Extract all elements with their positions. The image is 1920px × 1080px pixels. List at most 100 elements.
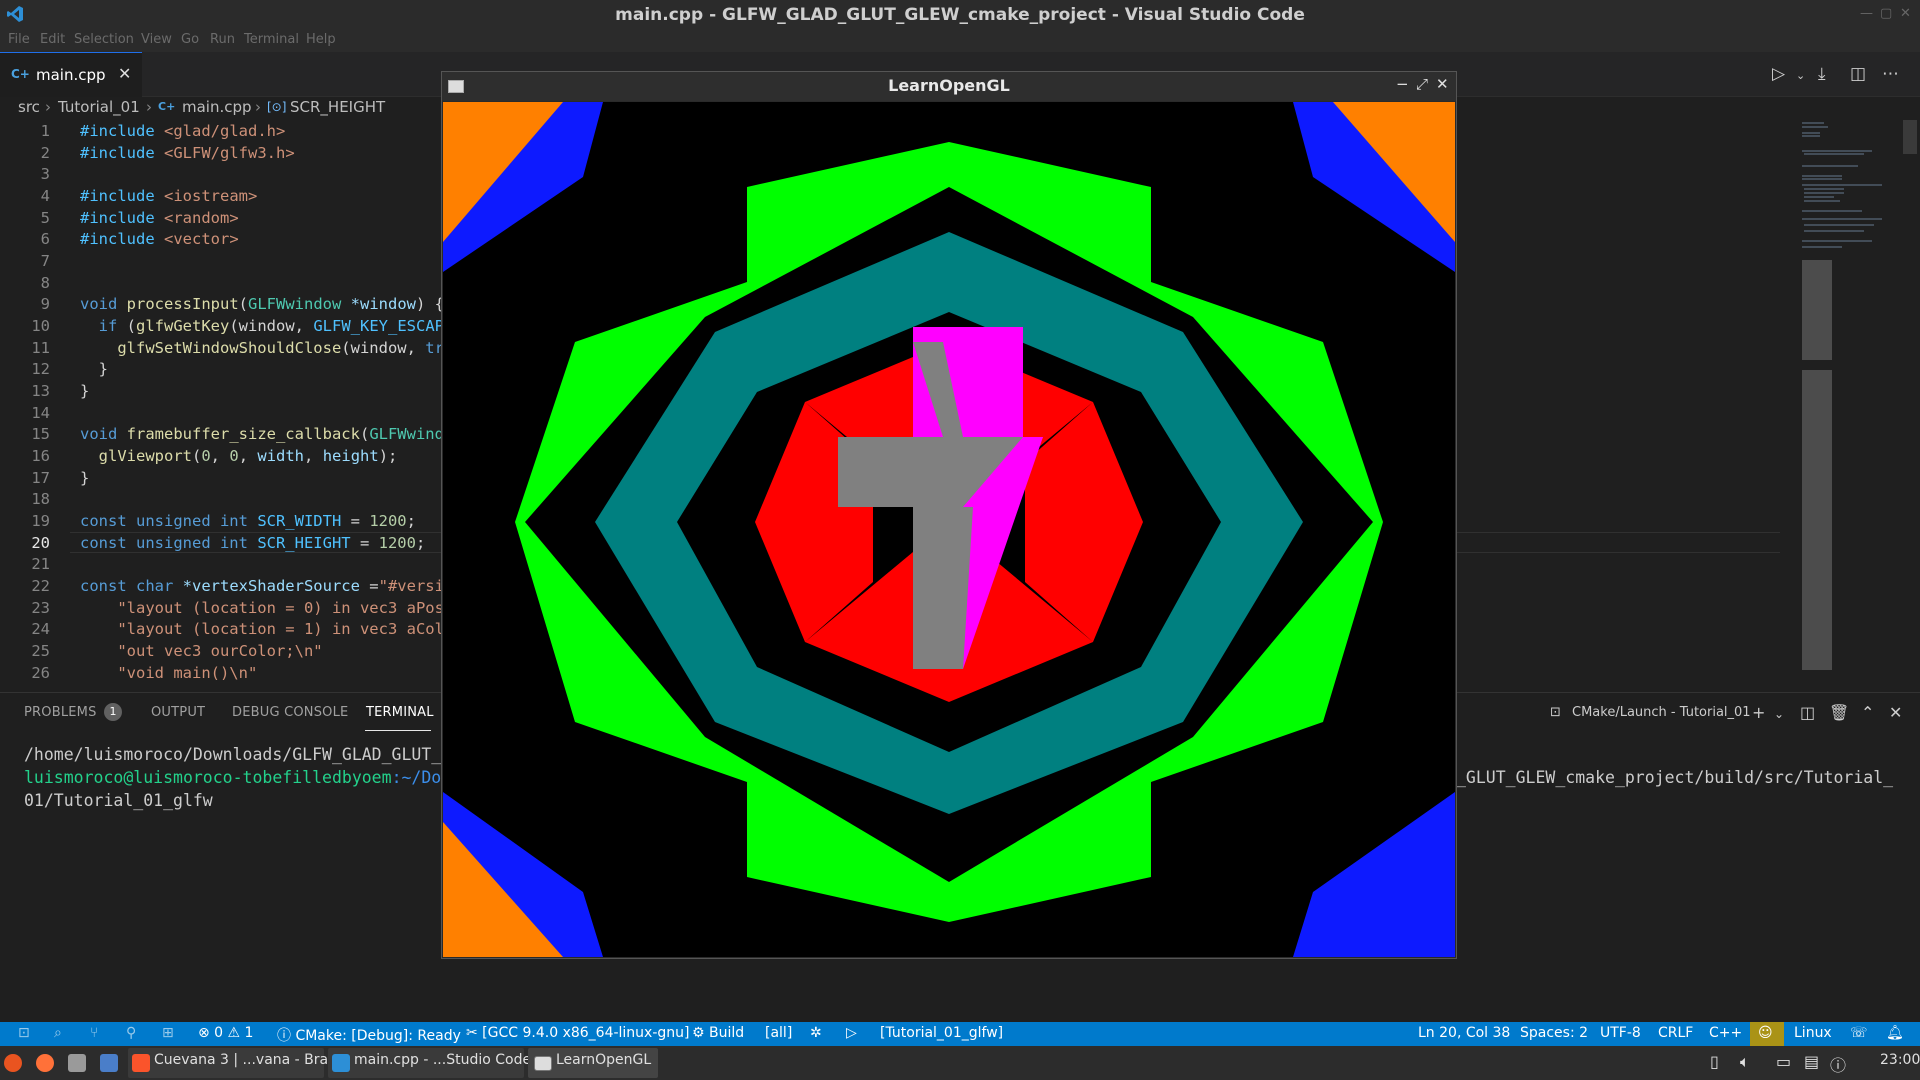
close-icon[interactable]: ✕ bbox=[1436, 75, 1449, 93]
cpp-file-icon: C+ bbox=[11, 67, 30, 81]
close-icon[interactable]: ✕ bbox=[1900, 6, 1911, 21]
menu-terminal[interactable]: Terminal bbox=[244, 32, 299, 47]
tab-problems[interactable]: PROBLEMS bbox=[24, 705, 97, 720]
line-number: 7 bbox=[40, 252, 50, 270]
minimize-icon[interactable]: − bbox=[1396, 75, 1409, 93]
menu-selection[interactable]: Selection bbox=[74, 32, 134, 47]
code-line: #include <random> bbox=[80, 209, 239, 227]
chevron-down-icon[interactable]: ⌄ bbox=[1774, 707, 1784, 721]
breadcrumb-file[interactable]: main.cpp bbox=[182, 98, 252, 116]
tab-label: main.cpp bbox=[36, 66, 106, 84]
language-mode[interactable]: C++ bbox=[1709, 1025, 1742, 1041]
desktop-icon[interactable] bbox=[100, 1054, 118, 1072]
status-bar: ⊡ ⌕ ⑂ ⚲ ⊞ ⊗ 0 ⚠ 1 ⓘ CMake: [Debug]: Read… bbox=[0, 1022, 1920, 1046]
extensions-icon[interactable]: ⊞ bbox=[162, 1025, 174, 1041]
display-icon[interactable]: ▭ bbox=[1776, 1052, 1791, 1071]
run-dropdown-icon[interactable]: ⌄ bbox=[1796, 69, 1805, 82]
os-indicator[interactable]: Linux bbox=[1794, 1025, 1832, 1041]
title-bar: main.cpp - GLFW_GLAD_GLUT_GLEW_cmake_pro… bbox=[0, 0, 1920, 29]
line-number: 15 bbox=[31, 425, 50, 443]
encoding[interactable]: UTF-8 bbox=[1600, 1025, 1641, 1041]
menu-help[interactable]: Help bbox=[306, 32, 336, 47]
opengl-window[interactable]: LearnOpenGL − ⤢ ✕ bbox=[441, 71, 1457, 959]
variable-icon: [⊙] bbox=[267, 100, 287, 114]
menu-run[interactable]: Run bbox=[210, 32, 235, 47]
tab-terminal[interactable]: TERMINAL bbox=[366, 705, 434, 720]
line-number: 25 bbox=[31, 642, 50, 660]
volume-icon[interactable]: 🔈︎ bbox=[1740, 1052, 1750, 1072]
cmake-kit[interactable]: ✂ [GCC 9.4.0 x86_64-linux-gnu] bbox=[466, 1025, 690, 1041]
problems-status[interactable]: ⊗ 0 ⚠ 1 bbox=[198, 1025, 253, 1041]
tab-main-cpp[interactable]: C+ main.cpp ✕ bbox=[0, 52, 142, 97]
build-target[interactable]: [all] bbox=[765, 1025, 792, 1041]
new-terminal-icon[interactable]: + bbox=[1752, 703, 1765, 722]
tray-icon-a[interactable]: ▯ bbox=[1710, 1052, 1719, 1071]
close-panel-icon[interactable]: ✕ bbox=[1889, 703, 1902, 722]
indentation[interactable]: Spaces: 2 bbox=[1520, 1025, 1588, 1041]
line-number: 8 bbox=[40, 274, 50, 292]
cursor-position[interactable]: Ln 20, Col 38 bbox=[1418, 1025, 1510, 1041]
breadcrumb-symbol[interactable]: SCR_HEIGHT bbox=[290, 98, 385, 116]
taskbar-brave[interactable]: Cuevana 3 | ...vana - Brave bbox=[128, 1048, 345, 1078]
firefox-icon[interactable] bbox=[36, 1054, 54, 1072]
debug-bug-icon[interactable]: ✲ bbox=[810, 1025, 822, 1041]
maximize-icon[interactable]: ▢ bbox=[1880, 6, 1892, 21]
ubuntu-icon[interactable] bbox=[4, 1054, 22, 1072]
clipboard-icon[interactable]: ▤ bbox=[1804, 1052, 1819, 1071]
minimap-slider[interactable] bbox=[1903, 120, 1917, 154]
breadcrumb-tutorial[interactable]: Tutorial_01 bbox=[58, 98, 140, 116]
search-icon[interactable]: ⌕ bbox=[54, 1025, 62, 1041]
download-icon[interactable]: ⤓ bbox=[1818, 64, 1826, 84]
menu-view[interactable]: View bbox=[141, 32, 172, 47]
line-number: 23 bbox=[31, 599, 50, 617]
menu-edit[interactable]: Edit bbox=[40, 32, 65, 47]
tab-output[interactable]: OUTPUT bbox=[151, 705, 205, 720]
code-line: } bbox=[80, 382, 90, 400]
menu-go[interactable]: Go bbox=[181, 32, 199, 47]
tab-debug-console[interactable]: DEBUG CONSOLE bbox=[232, 705, 348, 720]
feedback-icon[interactable]: ☏ bbox=[1850, 1025, 1868, 1041]
remote-icon[interactable]: ⊡ bbox=[18, 1025, 30, 1041]
debug-icon[interactable]: ⚲ bbox=[126, 1025, 136, 1041]
code-line: if (glfwGetKey(window, GLFW_KEY_ESCAPE bbox=[80, 317, 454, 335]
chevron-right-icon: › bbox=[146, 98, 152, 116]
minimap[interactable] bbox=[1790, 120, 1900, 690]
run-icon[interactable]: ▷ bbox=[1772, 64, 1785, 84]
close-tab-icon[interactable]: ✕ bbox=[118, 64, 131, 83]
opengl-window-titlebar[interactable]: LearnOpenGL − ⤢ ✕ bbox=[442, 72, 1456, 101]
opengl-render-canvas[interactable] bbox=[443, 102, 1455, 957]
maximize-icon[interactable]: ⤢ bbox=[1416, 75, 1428, 93]
maximize-panel-icon[interactable]: ⌃ bbox=[1861, 703, 1874, 722]
line-number: 14 bbox=[31, 404, 50, 422]
line-number: 22 bbox=[31, 577, 50, 595]
taskbar-learnopengl[interactable]: LearnOpenGL bbox=[528, 1048, 658, 1078]
build-button[interactable]: ⚙ Build bbox=[692, 1025, 744, 1041]
problems-count-badge: 1 bbox=[104, 703, 122, 721]
taskbar-vscode[interactable]: main.cpp - ...Studio Code bbox=[328, 1048, 531, 1078]
menu-file[interactable]: File bbox=[8, 32, 30, 47]
minimize-icon[interactable]: — bbox=[1860, 6, 1873, 21]
breadcrumb-src[interactable]: src bbox=[18, 98, 40, 116]
split-terminal-icon[interactable]: ◫ bbox=[1800, 703, 1815, 722]
brave-icon bbox=[132, 1054, 150, 1072]
code-line: const unsigned int SCR_WIDTH = 1200; bbox=[80, 512, 416, 530]
clock: 23:00 bbox=[1880, 1052, 1920, 1068]
cmake-status[interactable]: ⓘ CMake: [Debug]: Ready bbox=[277, 1025, 461, 1045]
files-icon[interactable] bbox=[68, 1054, 86, 1072]
info-icon[interactable]: ⓘ bbox=[1830, 1052, 1846, 1076]
taskbar-learnopengl-label: LearnOpenGL bbox=[556, 1052, 652, 1068]
launch-target[interactable]: [Tutorial_01_glfw] bbox=[880, 1025, 1003, 1041]
trash-icon[interactable]: 🗑 bbox=[1829, 703, 1849, 722]
source-control-icon[interactable]: ⑂ bbox=[90, 1025, 98, 1041]
notifications-icon[interactable]: 🔔︎ bbox=[1886, 1025, 1904, 1041]
more-actions-icon[interactable]: ⋯ bbox=[1882, 64, 1899, 84]
copilot-status[interactable]: ☺ bbox=[1750, 1022, 1784, 1046]
line-number: 6 bbox=[40, 230, 50, 248]
terminal-launch-target[interactable]: CMake/Launch - Tutorial_01 bbox=[1572, 705, 1751, 720]
split-editor-icon[interactable]: ◫ bbox=[1850, 64, 1866, 84]
terminal-user: luismoroco@luismoroco-tobefilledbyoem bbox=[24, 768, 392, 787]
line-number: 3 bbox=[40, 165, 50, 183]
line-number: 18 bbox=[31, 490, 50, 508]
end-of-line[interactable]: CRLF bbox=[1658, 1025, 1693, 1041]
launch-run-icon[interactable]: ▷ bbox=[846, 1025, 857, 1041]
